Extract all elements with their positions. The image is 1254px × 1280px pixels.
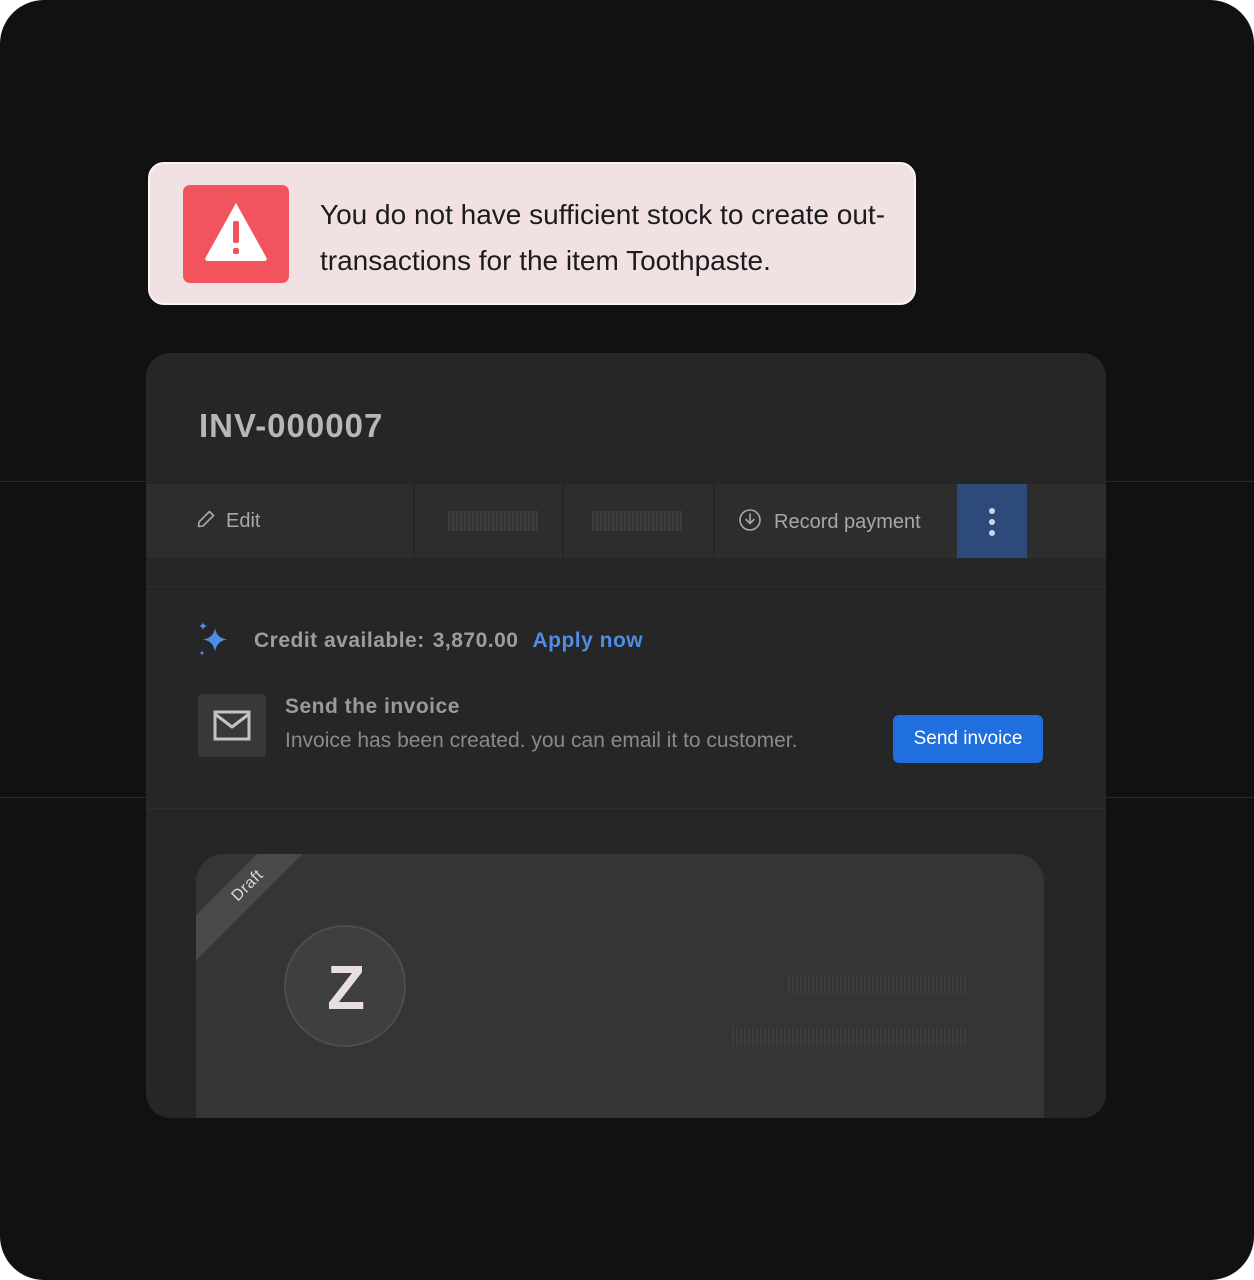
- logo-letter: Z: [327, 961, 365, 1013]
- toolbar-divider: [562, 484, 564, 558]
- send-invoice-subtitle: Invoice has been created. you can email …: [285, 729, 798, 752]
- credit-label: Credit available:: [254, 629, 425, 652]
- edit-button[interactable]: Edit: [196, 508, 260, 534]
- invoice-panel: INV-000007 Edit Record payment Credit av…: [146, 353, 1106, 1118]
- vertical-ellipsis-icon: [989, 530, 995, 536]
- more-options-button[interactable]: [957, 484, 1027, 558]
- record-payment-button[interactable]: Record payment: [738, 508, 921, 536]
- toolbar-divider: [713, 484, 715, 558]
- credit-banner: Credit available: 3,870.00 Apply now: [198, 621, 643, 661]
- apply-now-link[interactable]: Apply now: [532, 629, 643, 653]
- toolbar-divider: [413, 484, 415, 558]
- vertical-ellipsis-icon: [989, 519, 995, 525]
- warning-triangle-icon: [183, 185, 289, 283]
- app-frame: You do not have sufficient stock to crea…: [0, 0, 1254, 1280]
- preview-placeholder-line: [732, 1028, 968, 1046]
- download-circle-icon: [738, 508, 762, 537]
- record-payment-label: Record payment: [774, 510, 921, 533]
- invoice-toolbar: Edit Record payment: [146, 484, 1106, 558]
- pencil-icon: [196, 509, 216, 534]
- stock-error-alert: You do not have sufficient stock to crea…: [148, 162, 916, 305]
- vertical-ellipsis-icon: [989, 508, 995, 514]
- section-divider: [146, 586, 1106, 587]
- mail-icon: [198, 694, 266, 757]
- toolbar-placeholder-action[interactable]: [592, 511, 682, 531]
- section-divider: [146, 808, 1106, 809]
- edit-label: Edit: [226, 509, 261, 532]
- invoice-preview: Draft Z: [196, 854, 1044, 1118]
- send-invoice-button[interactable]: Send invoice: [893, 715, 1043, 763]
- credit-amount: 3,870.00: [432, 629, 519, 652]
- preview-placeholder-line: [788, 976, 968, 994]
- company-logo: Z: [284, 925, 406, 1047]
- draft-ribbon-label: Draft: [228, 866, 267, 905]
- sparkle-icon: [198, 621, 230, 661]
- toolbar-placeholder-action[interactable]: [448, 511, 538, 531]
- send-invoice-title: Send the invoice: [285, 695, 460, 718]
- invoice-number: INV-000007: [199, 407, 384, 444]
- alert-message: You do not have sufficient stock to crea…: [320, 199, 886, 276]
